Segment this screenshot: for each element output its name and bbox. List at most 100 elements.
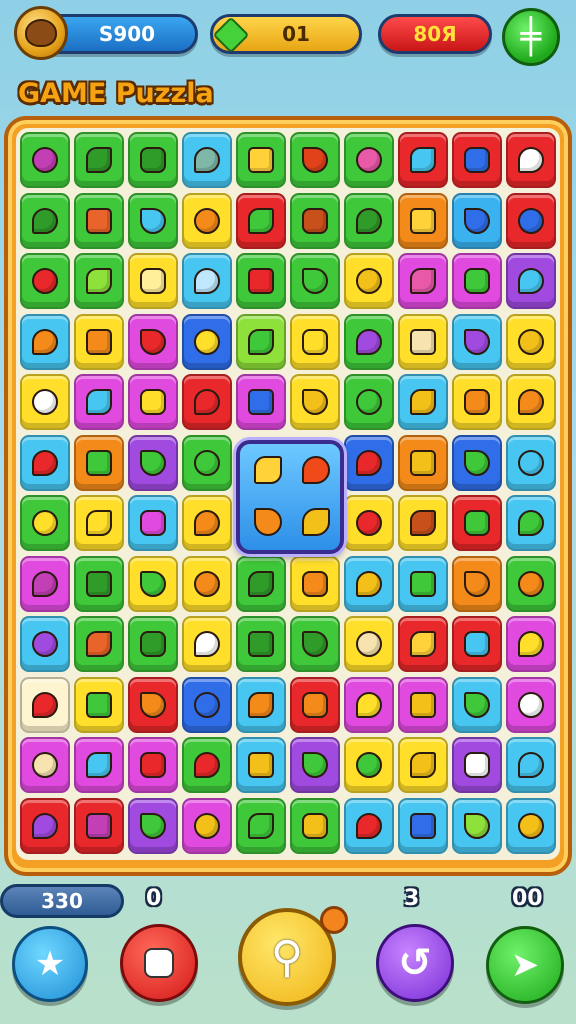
board-tile[interactable] bbox=[20, 737, 70, 793]
board-tile[interactable] bbox=[452, 676, 502, 733]
board-tile[interactable] bbox=[20, 495, 70, 551]
board-tile[interactable] bbox=[506, 253, 556, 309]
board-tile[interactable] bbox=[344, 676, 394, 733]
board-tile[interactable] bbox=[506, 616, 556, 672]
board-tile[interactable] bbox=[74, 676, 124, 733]
board-tile[interactable] bbox=[20, 555, 70, 612]
board-tile[interactable] bbox=[398, 132, 448, 188]
board-tile[interactable] bbox=[236, 192, 286, 249]
board-tile[interactable] bbox=[290, 313, 340, 370]
board-tile[interactable] bbox=[344, 737, 394, 793]
star-booster-button[interactable]: ★ bbox=[12, 926, 88, 1002]
board-tile[interactable] bbox=[290, 192, 340, 249]
board-tile[interactable] bbox=[128, 495, 178, 551]
board-tile[interactable] bbox=[506, 555, 556, 612]
board-tile[interactable] bbox=[290, 616, 340, 672]
board-tile[interactable] bbox=[182, 737, 232, 793]
board-tile[interactable] bbox=[74, 797, 124, 854]
board-tile[interactable] bbox=[506, 132, 556, 188]
board-tile[interactable] bbox=[506, 495, 556, 551]
board-tile[interactable] bbox=[20, 313, 70, 370]
board-tile[interactable] bbox=[182, 192, 232, 249]
board-tile[interactable] bbox=[182, 555, 232, 612]
board-tile[interactable] bbox=[236, 797, 286, 854]
board-tile[interactable] bbox=[344, 192, 394, 249]
board-tile[interactable] bbox=[128, 192, 178, 249]
board-tile[interactable] bbox=[344, 616, 394, 672]
board-tile[interactable] bbox=[506, 676, 556, 733]
board-tile[interactable] bbox=[74, 313, 124, 370]
board-tile[interactable] bbox=[182, 132, 232, 188]
board-tile[interactable] bbox=[344, 797, 394, 854]
board-tile[interactable] bbox=[236, 555, 286, 612]
board-tile[interactable] bbox=[344, 495, 394, 551]
board-tile[interactable] bbox=[74, 555, 124, 612]
board-tile[interactable] bbox=[290, 132, 340, 188]
board-tile[interactable] bbox=[128, 797, 178, 854]
board-tile[interactable] bbox=[452, 132, 502, 188]
board-tile[interactable] bbox=[20, 616, 70, 672]
board-tile[interactable] bbox=[236, 313, 286, 370]
board-tile[interactable] bbox=[452, 797, 502, 854]
board-tile[interactable] bbox=[452, 434, 502, 491]
board-tile[interactable] bbox=[128, 616, 178, 672]
board-tile[interactable] bbox=[236, 676, 286, 733]
board-tile[interactable] bbox=[74, 495, 124, 551]
board-tile[interactable] bbox=[128, 737, 178, 793]
board-tile[interactable] bbox=[182, 676, 232, 733]
board-tile[interactable] bbox=[128, 132, 178, 188]
board-tile[interactable] bbox=[20, 192, 70, 249]
bird-booster-button[interactable]: ➤ bbox=[486, 926, 564, 1004]
board-tile[interactable] bbox=[506, 374, 556, 430]
board-tile[interactable] bbox=[344, 253, 394, 309]
board-tile[interactable] bbox=[20, 374, 70, 430]
board-tile[interactable] bbox=[506, 797, 556, 854]
board-tile[interactable] bbox=[506, 737, 556, 793]
board-tile[interactable] bbox=[74, 192, 124, 249]
board-tile[interactable] bbox=[398, 616, 448, 672]
board-tile[interactable] bbox=[344, 313, 394, 370]
board-tile[interactable] bbox=[182, 313, 232, 370]
board-tile[interactable] bbox=[398, 192, 448, 249]
board-tile[interactable] bbox=[182, 616, 232, 672]
board-tile[interactable] bbox=[74, 434, 124, 491]
board-tile[interactable] bbox=[182, 374, 232, 430]
board-tile[interactable] bbox=[452, 253, 502, 309]
board-tile[interactable] bbox=[74, 132, 124, 188]
board-tile[interactable] bbox=[236, 737, 286, 793]
board-tile[interactable] bbox=[20, 797, 70, 854]
board-tile[interactable] bbox=[20, 132, 70, 188]
board-tile[interactable] bbox=[398, 676, 448, 733]
board-tile[interactable] bbox=[398, 374, 448, 430]
board-tile[interactable] bbox=[128, 374, 178, 430]
board-tile[interactable] bbox=[74, 616, 124, 672]
board-tile[interactable] bbox=[452, 313, 502, 370]
board-tile[interactable] bbox=[452, 555, 502, 612]
board-tile[interactable] bbox=[398, 797, 448, 854]
board-tile[interactable] bbox=[344, 132, 394, 188]
board-tile[interactable] bbox=[290, 676, 340, 733]
board-tile[interactable] bbox=[182, 495, 232, 551]
board-tile[interactable] bbox=[20, 434, 70, 491]
board-tile[interactable] bbox=[290, 737, 340, 793]
board-tile[interactable] bbox=[290, 797, 340, 854]
board-tile[interactable] bbox=[236, 132, 286, 188]
board-tile[interactable] bbox=[398, 313, 448, 370]
board-tile[interactable] bbox=[128, 676, 178, 733]
board-tile[interactable] bbox=[290, 374, 340, 430]
swirl-booster-button[interactable]: ↺ bbox=[376, 924, 454, 1002]
board-tile[interactable] bbox=[290, 253, 340, 309]
board-tile[interactable] bbox=[128, 313, 178, 370]
board-tile[interactable] bbox=[344, 434, 394, 491]
board-tile[interactable] bbox=[74, 374, 124, 430]
board-tile[interactable] bbox=[290, 555, 340, 612]
board-tile[interactable] bbox=[344, 374, 394, 430]
board-tile[interactable] bbox=[74, 737, 124, 793]
board-tile[interactable] bbox=[398, 495, 448, 551]
board-tile[interactable] bbox=[506, 313, 556, 370]
board-tile[interactable] bbox=[236, 253, 286, 309]
board-tile[interactable] bbox=[128, 253, 178, 309]
board-tile[interactable] bbox=[452, 495, 502, 551]
board-tile[interactable] bbox=[74, 253, 124, 309]
board-tile[interactable] bbox=[452, 737, 502, 793]
